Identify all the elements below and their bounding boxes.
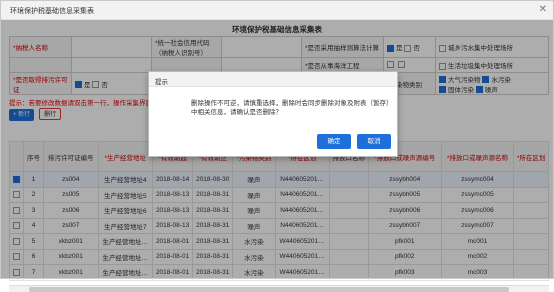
cancel-button[interactable]: 取消: [357, 134, 391, 149]
dialog-title: 提示: [155, 79, 168, 86]
confirm-dialog: 提示 删除操作不可逆，请慎重选择，删除时会同步删除对象及附表（暂存）中相关信息，…: [148, 71, 398, 157]
horizontal-scrollbar[interactable]: [9, 285, 549, 292]
dialog-message: 删除操作不可逆，请慎重选择，删除时会同步删除对象及附表（暂存）中相关信息，请确认…: [191, 100, 390, 116]
close-icon[interactable]: ✕: [539, 4, 547, 15]
window-titlebar: 环境保护税基础信息采集表 ✕: [1, 1, 553, 20]
scrollbar-thumb[interactable]: [29, 287, 509, 292]
confirm-button[interactable]: 确定: [317, 134, 351, 149]
dialog-window: 环境保护税基础信息采集表 ✕ 环境保护税基础信息采集表 *纳税人名称 *统一社会…: [0, 0, 554, 292]
dialog-titlebar: 提示: [149, 72, 397, 87]
window-title: 环境保护税基础信息采集表: [10, 8, 94, 15]
